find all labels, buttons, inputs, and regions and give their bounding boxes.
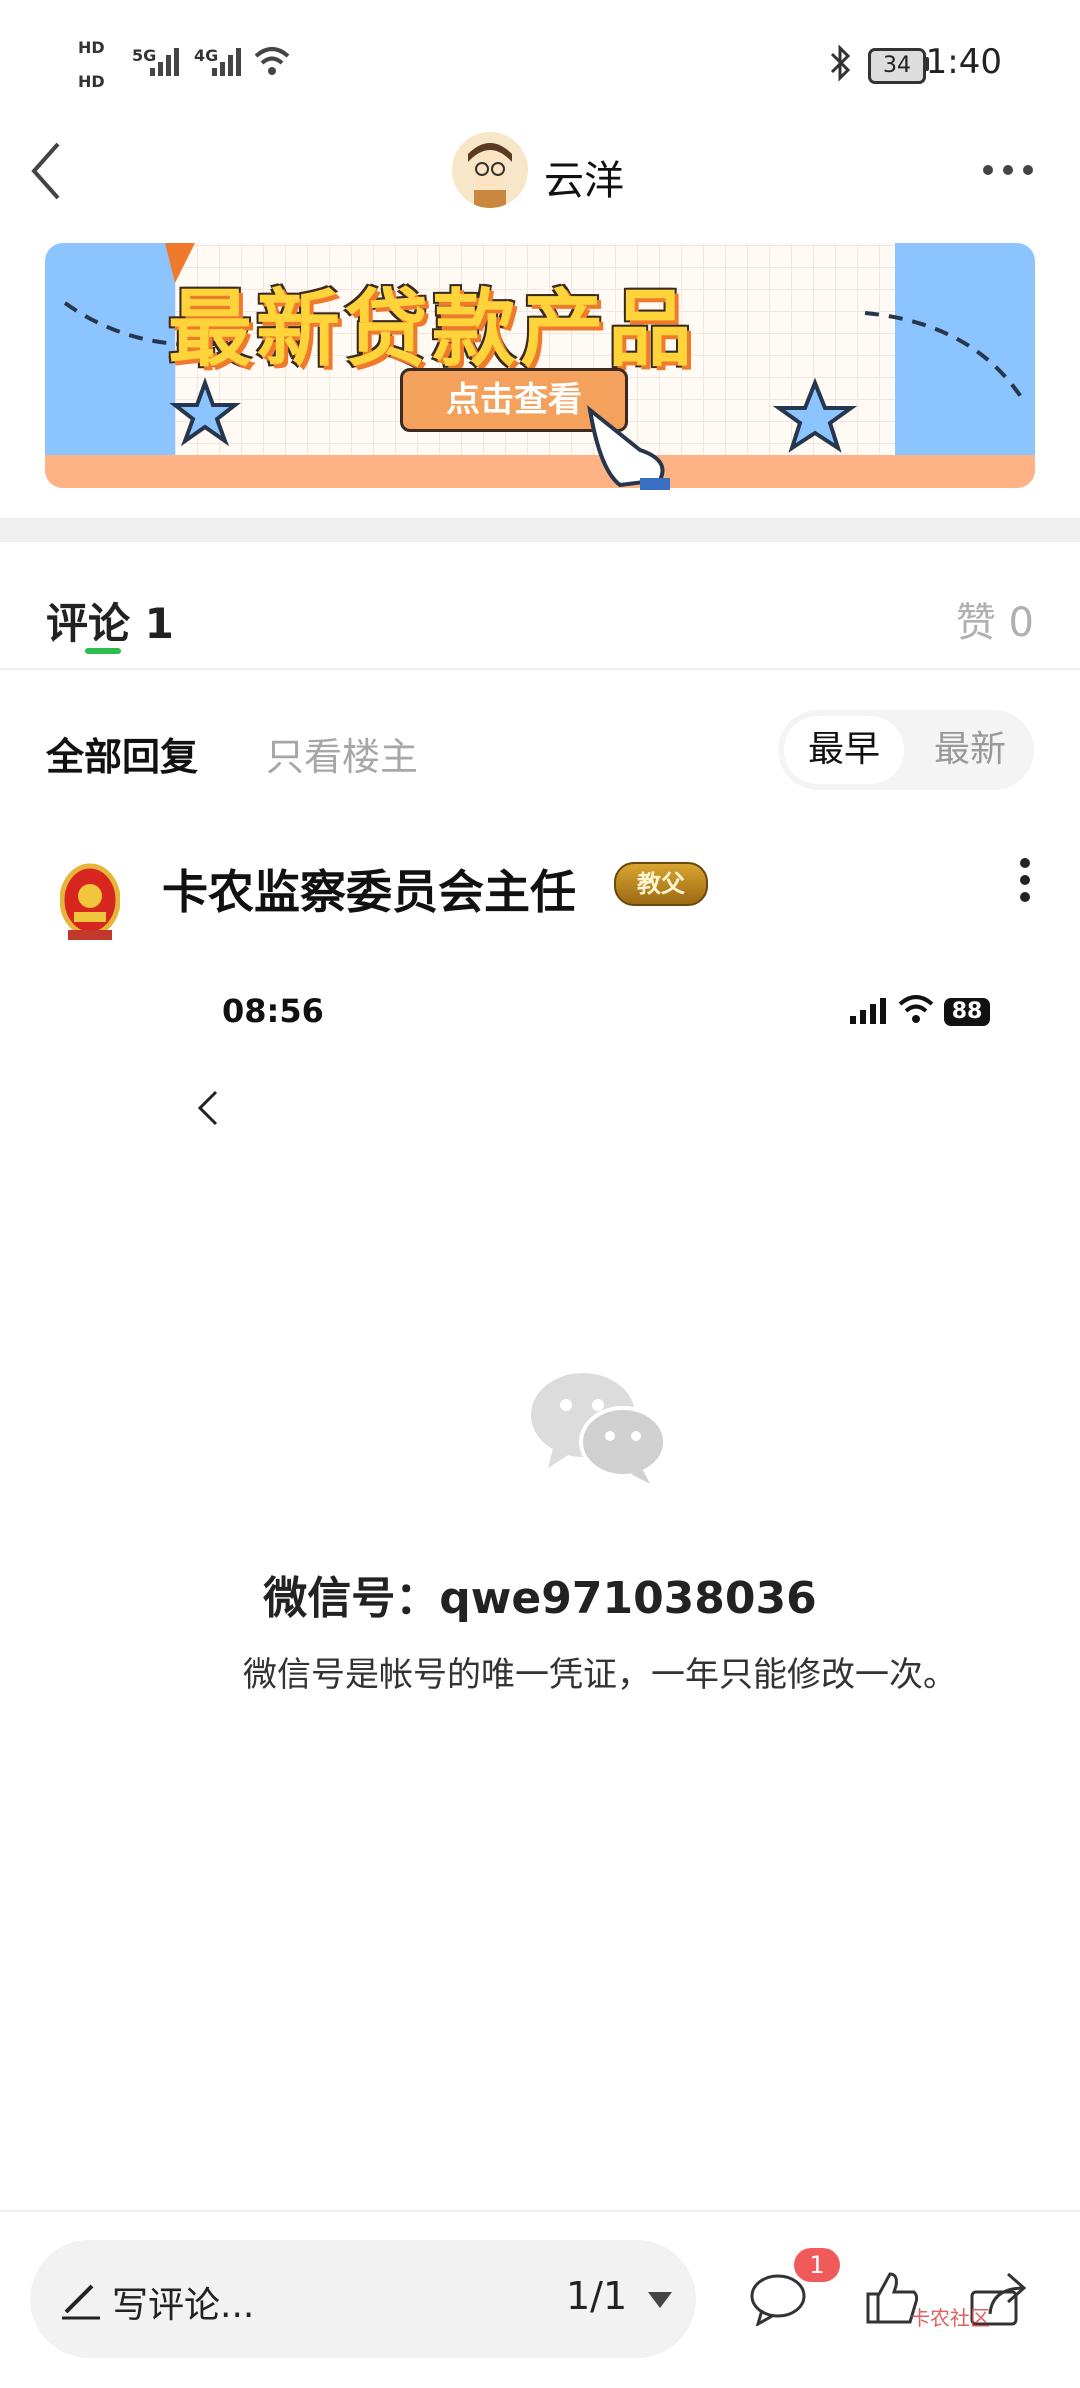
page-title: 云洋 bbox=[544, 158, 624, 204]
watermark: 卡农社区 bbox=[910, 2306, 990, 2330]
embedded-clock: 08:56 bbox=[222, 992, 324, 1030]
avatar[interactable] bbox=[452, 132, 528, 208]
wechat-id: 微信号：qwe971038036 bbox=[263, 1573, 817, 1624]
page-indicator[interactable]: 1/1 bbox=[566, 2274, 627, 2318]
sort-newest[interactable]: 最新 bbox=[912, 716, 1028, 784]
clock: 1:40 bbox=[925, 42, 1002, 82]
hd1-label: HD bbox=[78, 38, 105, 57]
bottom-divider bbox=[0, 2210, 1080, 2212]
filter-owner-only[interactable]: 只看楼主 bbox=[266, 726, 418, 781]
embedded-signal-icon bbox=[850, 998, 886, 1024]
wechat-id-description: 微信号是帐号的唯一凭证，一年只能修改一次。 bbox=[243, 1655, 957, 1695]
tab-comments[interactable]: 评论 1 bbox=[46, 590, 174, 651]
banner-title: 最新贷款产品 bbox=[168, 280, 697, 378]
embedded-back-icon bbox=[197, 1090, 218, 1126]
embedded-battery: 88 bbox=[944, 998, 990, 1026]
pointing-hand-icon bbox=[587, 405, 670, 490]
embedded-wifi-icon bbox=[898, 995, 934, 1023]
tab-active-indicator bbox=[85, 648, 121, 654]
banner-footer-strip bbox=[45, 455, 1035, 488]
comment-more-icon[interactable] bbox=[1010, 855, 1040, 905]
tab-likes[interactable]: 赞 0 bbox=[956, 590, 1034, 648]
chevron-left-icon[interactable] bbox=[28, 140, 64, 202]
comment-icon[interactable] bbox=[748, 2270, 808, 2326]
write-comment-placeholder[interactable]: 写评论... bbox=[112, 2276, 254, 2328]
battery-indicator: 34 bbox=[868, 48, 926, 84]
sort-earliest[interactable]: 最早 bbox=[784, 716, 904, 784]
pen-icon bbox=[62, 2284, 100, 2320]
section-divider bbox=[0, 518, 1080, 542]
signal-icon-1 bbox=[150, 48, 179, 76]
filter-all-replies[interactable]: 全部回复 bbox=[46, 726, 198, 781]
chevron-down-icon[interactable] bbox=[648, 2292, 672, 2308]
commenter-badge: 教父 bbox=[614, 862, 708, 906]
more-dots-icon[interactable] bbox=[980, 160, 1036, 180]
commenter-name[interactable]: 卡农监察委员会主任 bbox=[162, 856, 576, 922]
signal-icon-2 bbox=[212, 48, 241, 76]
status-bar: HD HD 5G 4G 34 1:40 bbox=[0, 0, 1080, 120]
bluetooth-icon bbox=[830, 44, 851, 82]
comment-count-badge: 1 bbox=[794, 2248, 840, 2282]
hd2-label: HD bbox=[78, 72, 105, 91]
wechat-logo-icon bbox=[531, 1373, 667, 1484]
wifi-icon bbox=[254, 47, 290, 75]
commenter-avatar[interactable] bbox=[60, 860, 120, 944]
